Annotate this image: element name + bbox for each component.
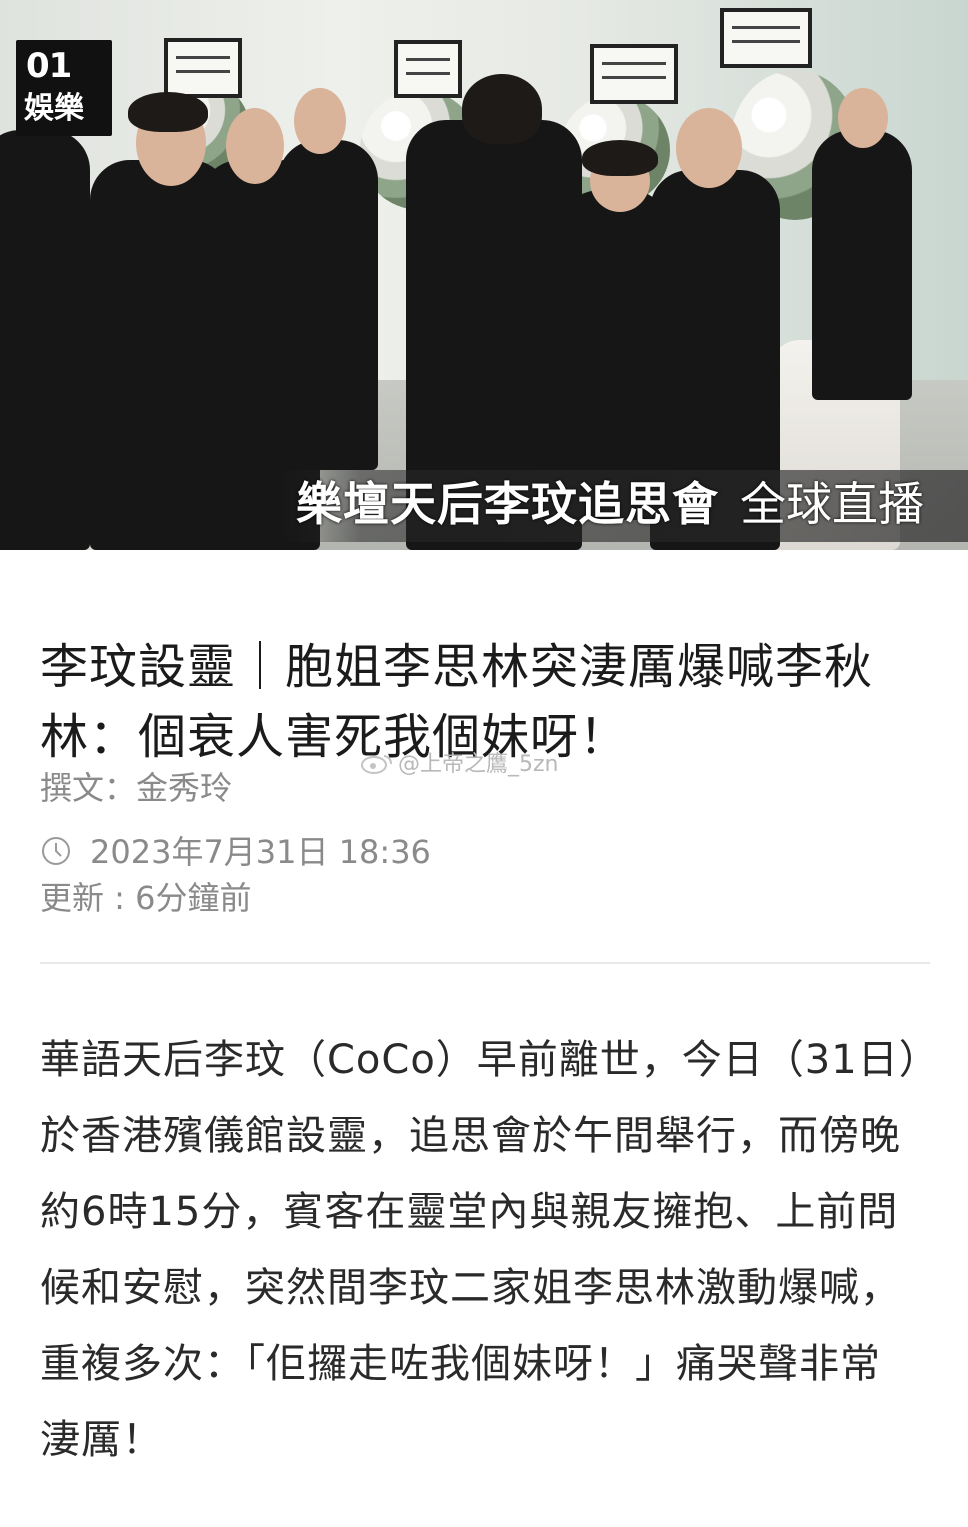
condolence-card (394, 40, 462, 98)
logo-line-1: 01 (26, 46, 72, 86)
photographer (0, 130, 90, 550)
banner-headline: 樂壇天后李玟追思會 (296, 477, 719, 531)
condolence-card (590, 44, 678, 104)
mourner (278, 140, 378, 470)
mourner (812, 130, 912, 400)
weibo-watermark: @上帝之鷹_5zn (360, 750, 559, 780)
mourner-face (838, 88, 888, 148)
mourner-hair (128, 92, 208, 132)
mourner-hair (582, 140, 658, 176)
logo-line-2: 娛樂 (24, 91, 84, 126)
publish-date-row: 2023年7月31日 18:36 (40, 830, 431, 874)
condolence-card (720, 8, 812, 68)
mourner-face (676, 108, 742, 188)
mourner-face (226, 108, 284, 184)
article-author: 撰文：金秀玲 (40, 769, 233, 807)
mourner-face (294, 88, 346, 154)
condolence-card (164, 38, 242, 98)
banner-subhead: 全球直播 (740, 477, 924, 531)
article-body-paragraph: 華語天后李玟（CoCo）早前離世，今日（31日）於香港殯儀館設靈，追思會於午間舉… (40, 1037, 920, 1463)
update-time: 更新 : 6分鐘前 (40, 879, 252, 917)
publish-date: 2023年7月31日 18:36 (90, 833, 431, 871)
video-caption-banner: 樂壇天后李玟追思會 全球直播 (278, 470, 968, 542)
article-hero-photo[interactable]: 01 娛樂 樂壇天后李玟追思會 全球直播 (0, 0, 968, 550)
divider (40, 962, 930, 964)
clock-icon (42, 837, 70, 865)
mourner-hair (462, 74, 542, 144)
watermark-text: @上帝之鷹_5zn (398, 752, 559, 777)
weibo-logo-icon (361, 755, 392, 774)
hk01-entertainment-logo: 01 娛樂 (16, 40, 112, 136)
